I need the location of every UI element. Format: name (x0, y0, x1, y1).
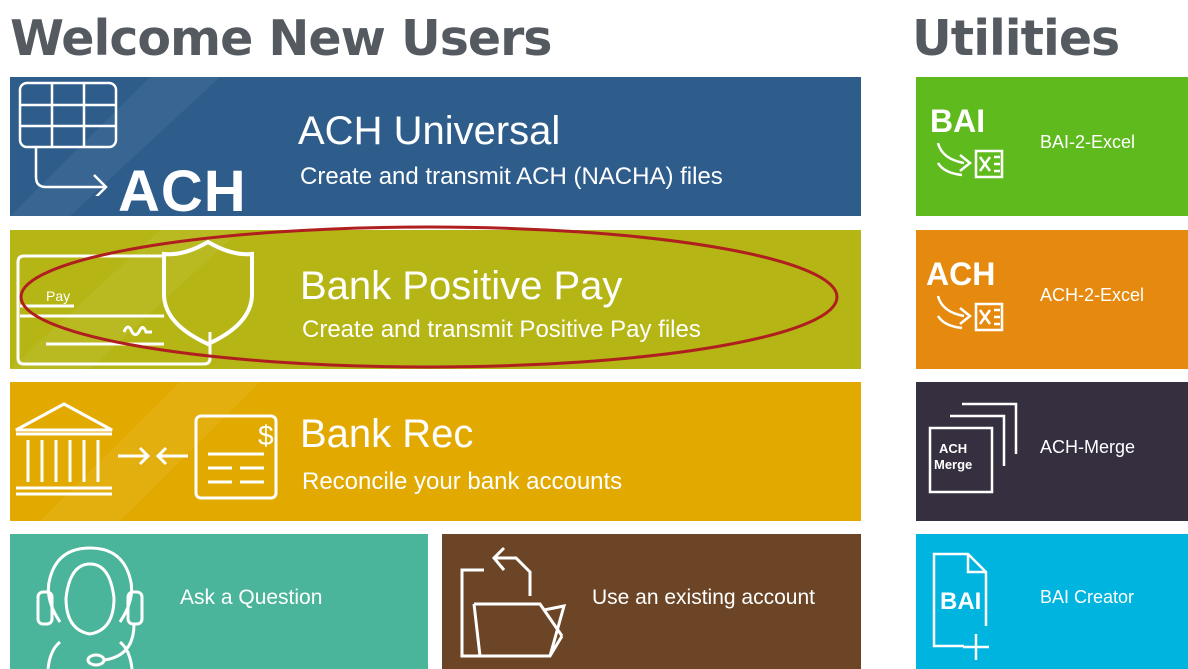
ask-question-tile[interactable]: Ask a Question (10, 534, 428, 669)
existing-account-tile[interactable]: Use an existing account (442, 534, 861, 669)
excel-convert-icon (936, 142, 1004, 179)
bai-creator-icon-label: BAI (940, 588, 982, 615)
positive-pay-subtitle: Create and transmit Positive Pay files (302, 316, 701, 343)
bank-rec-title: Bank Rec (300, 412, 474, 456)
ach-merge-icon-label-1: ACH (939, 441, 968, 456)
bai-2-excel-label: BAI-2-Excel (1040, 132, 1136, 152)
dollar-sign-icon: $ (258, 420, 274, 451)
bai-2-excel-tile[interactable]: BAI BAI-2-Excel (916, 77, 1188, 216)
positive-pay-title: Bank Positive Pay (300, 264, 623, 308)
ach-universal-subtitle: Create and transmit ACH (NACHA) files (300, 163, 723, 190)
excel-convert-icon (936, 295, 1004, 332)
welcome-heading: Welcome New Users (10, 10, 552, 67)
bai-creator-label: BAI Creator (1040, 587, 1135, 607)
ach-merge-icon-label-2: Merge (934, 457, 973, 472)
bank-to-statement-icon (15, 402, 278, 500)
ach-universal-tile[interactable]: ACH ACH Universal Create and transmit AC… (10, 77, 861, 216)
existing-account-label: Use an existing account (592, 586, 815, 609)
ach-merge-label: ACH-Merge (1040, 437, 1136, 457)
grid-arrow-icon (18, 81, 118, 196)
bank-rec-tile[interactable]: $ Bank Rec Reconcile your bank accounts (10, 382, 861, 521)
ach-universal-title: ACH Universal (298, 109, 561, 153)
ask-question-label: Ask a Question (180, 586, 323, 609)
ach-icon-label: ACH (118, 159, 247, 217)
headset-support-icon (36, 546, 144, 669)
ach-2-excel-label: ACH-2-Excel (1040, 285, 1145, 305)
positive-pay-tile[interactable]: Pay Bank Positive Pay Create and transmi… (10, 230, 861, 369)
ach-merge-tile[interactable]: ACH Merge ACH-Merge (916, 382, 1188, 521)
check-pay-label: Pay (46, 288, 71, 304)
bank-rec-subtitle: Reconcile your bank accounts (302, 468, 623, 495)
ach-icon-label: ACH (926, 256, 996, 292)
bai-creator-tile[interactable]: BAI BAI Creator (916, 534, 1188, 669)
ach-2-excel-tile[interactable]: ACH ACH-2-Excel (916, 230, 1188, 369)
utilities-heading: Utilities (912, 10, 1120, 67)
bai-icon-label: BAI (930, 103, 986, 139)
folder-open-icon (460, 546, 567, 658)
